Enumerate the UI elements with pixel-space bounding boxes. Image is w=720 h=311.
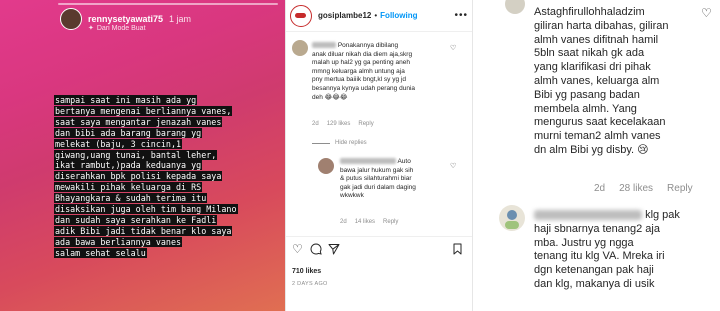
story-mode-label: ✦ Dari Mode Buat <box>88 24 146 33</box>
comment-avatar[interactable] <box>292 40 308 56</box>
story-line: ada bawa berliannya vanes <box>54 236 183 247</box>
story-line: dan sudah saya serahkan ke Fadli <box>54 214 218 225</box>
blurred-username <box>534 210 642 221</box>
comment-text: klg pak haji sbnarnya tenang2 aja mba. J… <box>534 209 680 290</box>
story-line: ikat rambut,)pada keduanya yg <box>54 160 203 171</box>
post-panel: gosiplambe12 • Following ••• Ponakannya … <box>286 0 472 311</box>
post-action-bar: ♡ <box>286 236 472 262</box>
story-username[interactable]: rennysetyawati75 <box>88 14 163 24</box>
comment-meta: 2d 28 likes Reply <box>594 183 693 194</box>
comment-time: 2d <box>312 121 319 127</box>
story-line: saat saya mengantar jenazah vanes <box>54 116 223 127</box>
story-panel: rennysetyawati75 1 jam ✦ Dari Mode Buat … <box>0 0 285 311</box>
comment-likes[interactable]: 129 likes <box>327 121 351 127</box>
zoomed-comments-panel: Astaghfirullohhaladzim giliran harta dib… <box>479 0 720 311</box>
comment-text: Astaghfirullohhaladzim giliran harta dib… <box>534 6 669 156</box>
hide-replies-line <box>312 142 330 144</box>
reply-button[interactable]: Reply <box>358 121 373 127</box>
comment-meta: 2d 129 likes Reply <box>312 121 374 127</box>
like-heart-icon[interactable]: ♡ <box>292 243 303 255</box>
story-line: giwang,uang tunai, bantal leher, <box>54 149 218 160</box>
bookmark-icon[interactable] <box>452 243 463 257</box>
comment-avatar[interactable] <box>499 205 525 231</box>
comment-time: 2d <box>340 219 347 225</box>
story-line: adik Bibi jadi tidak benar klo saya <box>54 225 233 236</box>
comment-time: 2d <box>594 183 606 194</box>
heart-icon[interactable]: ♡ <box>450 44 456 52</box>
story-time: 1 jam <box>169 14 192 24</box>
comment-likes[interactable]: 14 likes <box>355 219 375 225</box>
panel-divider <box>472 0 473 311</box>
story-line: sampai saat ini masih ada yg <box>54 95 198 105</box>
share-icon[interactable] <box>328 243 340 257</box>
story-mode-text: Dari Mode Buat <box>96 24 146 32</box>
comment-text: Ponakannya dibilang anak diluar nikah di… <box>312 42 415 101</box>
blurred-username <box>340 158 396 165</box>
reply-button[interactable]: Reply <box>667 183 693 194</box>
story-line: dan bibi ada barang barang yg <box>54 127 203 138</box>
post-username[interactable]: gosiplambe12 <box>318 11 371 20</box>
blurred-username <box>312 42 336 49</box>
cartoon-avatar-icon <box>505 210 519 229</box>
reply-button[interactable]: Reply <box>383 219 398 225</box>
comment-icon[interactable] <box>310 243 322 257</box>
comment-avatar[interactable] <box>318 158 334 174</box>
post-avatar[interactable] <box>290 4 312 27</box>
post-separator: • <box>374 11 378 20</box>
story-line: bertanya mengenai berliannya vanes, <box>54 105 233 116</box>
story-progress-bar <box>58 3 278 5</box>
story-text-block: sampai saat ini masih ada yg bertanya me… <box>54 95 280 259</box>
sparkle-icon: ✦ <box>88 25 94 32</box>
comment-meta: 2d 14 likes Reply <box>340 219 398 225</box>
following-button[interactable]: Following <box>380 11 417 20</box>
comment-avatar[interactable] <box>505 0 525 14</box>
story-line: Bhayangkara & sudah terima itu <box>54 193 208 204</box>
comment-likes[interactable]: 28 likes <box>619 183 653 194</box>
story-line: melekat (baju, 3 cincin,1 <box>54 138 183 149</box>
post-likes-count[interactable]: 710 likes <box>292 268 321 275</box>
story-line: mewakili pihak keluarga di RS <box>54 182 203 193</box>
story-avatar[interactable] <box>60 8 82 30</box>
story-line: diserahkan bpk polisi kepada saya <box>54 171 223 182</box>
comment-text: Auto bawa jalur hukum gak sih & putus si… <box>340 158 416 200</box>
post-timestamp: 2 DAYS AGO <box>292 281 328 287</box>
hide-replies-button[interactable]: Hide replies <box>312 140 367 146</box>
story-line: disaksikan juga oleh tim bang Milano <box>54 204 238 215</box>
heart-icon[interactable]: ♡ <box>450 162 456 170</box>
post-header: gosiplambe12 • Following ••• <box>286 0 472 32</box>
more-icon[interactable]: ••• <box>454 10 468 21</box>
story-line: salam sehat selalu <box>54 247 147 258</box>
heart-icon[interactable]: ♡ <box>701 6 712 20</box>
